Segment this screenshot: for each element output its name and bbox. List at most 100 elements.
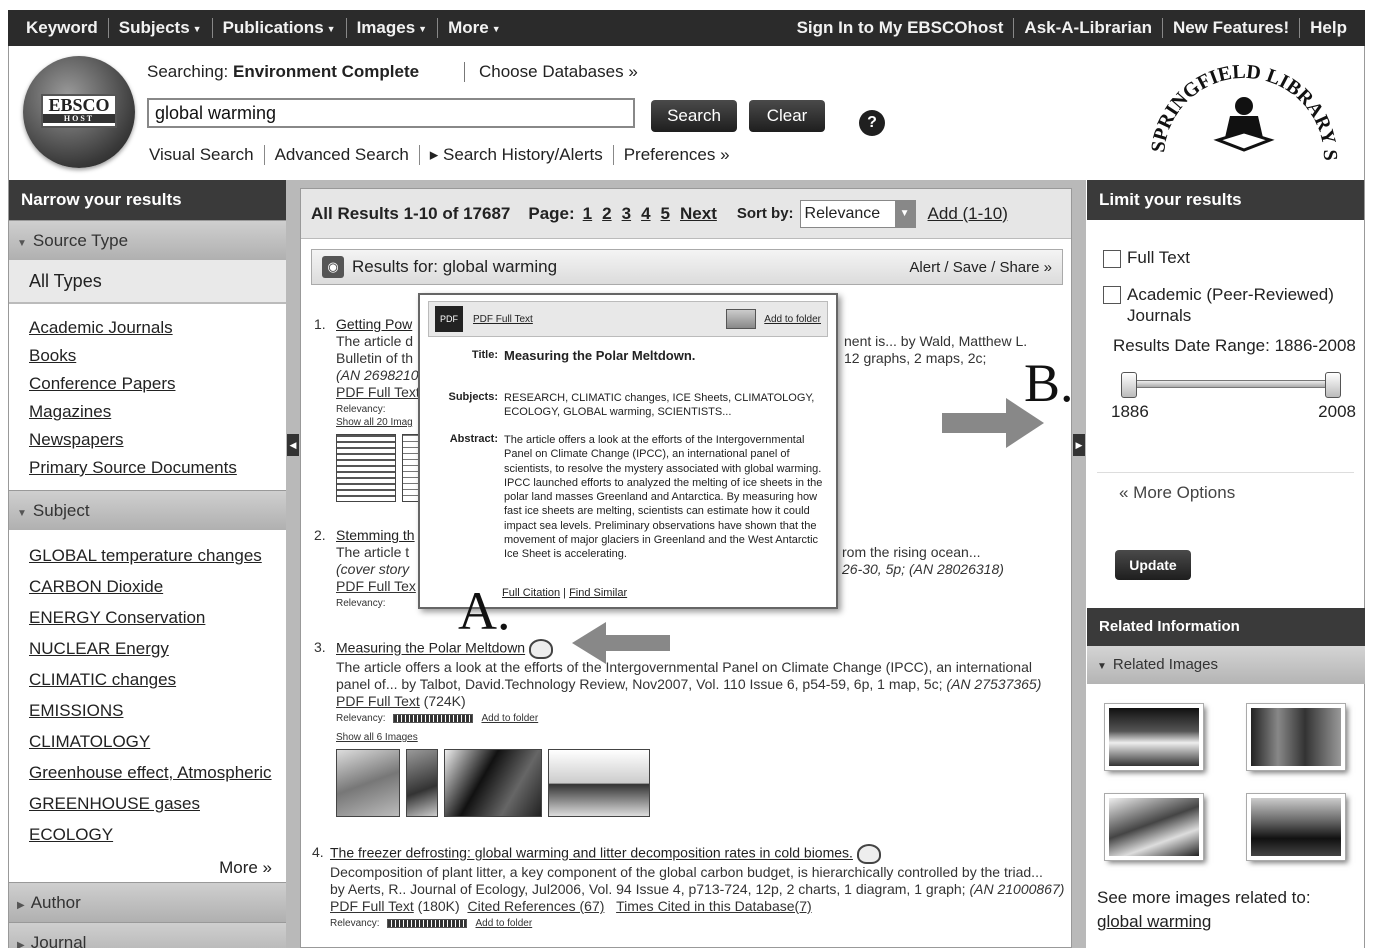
nav-more[interactable]: More ▼: [438, 18, 511, 38]
record-title-link[interactable]: Stemming th: [336, 527, 415, 543]
rss-icon[interactable]: ◉: [322, 256, 344, 278]
update-button[interactable]: Update: [1115, 550, 1191, 580]
preferences-link[interactable]: Preferences »: [614, 145, 740, 165]
author-heading[interactable]: ▶ Author: [9, 882, 286, 922]
slider-handle-max[interactable]: [1325, 372, 1341, 398]
subject-heading[interactable]: ▼ Subject: [9, 490, 286, 530]
source-type-heading[interactable]: ▼ Source Type: [9, 220, 286, 260]
nav-publications[interactable]: Publications ▼: [213, 18, 347, 38]
subject-item[interactable]: CLIMATIC changes: [29, 664, 266, 695]
subject-item[interactable]: ENERGY Conservation: [29, 602, 266, 633]
source-type-item[interactable]: Primary Source Documents: [29, 454, 266, 482]
page-link[interactable]: 5: [661, 204, 670, 224]
page-link[interactable]: 1: [583, 204, 592, 224]
pdf-icon[interactable]: PDF: [435, 306, 463, 332]
nav-images[interactable]: Images ▼: [347, 18, 439, 38]
add-to-folder-link[interactable]: Add to folder: [475, 918, 532, 929]
pdf-full-text-link[interactable]: PDF Full Text: [336, 693, 420, 709]
full-text-checkbox[interactable]: [1103, 250, 1121, 268]
times-cited-link[interactable]: Times Cited in this Database(7): [616, 898, 812, 914]
visual-search-link[interactable]: Visual Search: [149, 145, 265, 165]
choose-databases-link[interactable]: Choose Databases »: [464, 62, 638, 82]
record-thumbnail[interactable]: [406, 749, 438, 817]
subject-item[interactable]: GLOBAL temperature changes: [29, 540, 266, 571]
search-input[interactable]: [147, 98, 635, 128]
show-all-images-link[interactable]: Show all 6 Images: [336, 732, 1066, 743]
subject-item[interactable]: CLIMATOLOGY: [29, 726, 266, 757]
peer-reviewed-option[interactable]: Academic (Peer-Reviewed) Journals: [1087, 284, 1364, 326]
relevancy-label: Relevancy:: [336, 403, 386, 415]
search-history-link[interactable]: ▸ Search History/Alerts: [420, 145, 614, 165]
subject-item[interactable]: NUCLEAR Energy: [29, 633, 266, 664]
preview-magnifier-icon[interactable]: [856, 844, 881, 864]
page-link[interactable]: 2: [602, 204, 611, 224]
sort-select[interactable]: Relevance ▼: [799, 199, 916, 228]
record-thumbnail[interactable]: [336, 749, 400, 817]
record-title-link[interactable]: Getting Pow: [336, 316, 412, 332]
record-title-link[interactable]: Measuring the Polar Meltdown: [336, 640, 525, 656]
popup-add-folder-link[interactable]: Add to folder: [764, 314, 821, 325]
search-button[interactable]: Search: [651, 100, 737, 132]
full-text-option[interactable]: Full Text: [1087, 248, 1364, 268]
see-more-link[interactable]: global warming: [1097, 912, 1311, 932]
popup-title: Measuring the Polar Meltdown.: [504, 348, 696, 363]
source-type-item[interactable]: Newspapers: [29, 426, 266, 454]
record-thumbnail[interactable]: [444, 749, 542, 817]
source-type-item[interactable]: Magazines: [29, 398, 266, 426]
source-type-item[interactable]: Academic Journals: [29, 314, 266, 342]
more-subjects-link[interactable]: More »: [9, 858, 286, 882]
slider-handle-min[interactable]: [1121, 372, 1137, 398]
related-image-thumbnail[interactable]: [1104, 793, 1204, 861]
folder-icon[interactable]: [726, 309, 757, 329]
record-number: 3.: [314, 639, 326, 655]
relevancy-bar: [393, 713, 474, 723]
peer-reviewed-checkbox[interactable]: [1103, 286, 1121, 304]
collapse-left-icon[interactable]: ◀: [287, 434, 299, 456]
all-types-selected[interactable]: All Types: [9, 260, 286, 304]
pdf-full-text-link[interactable]: PDF Full Text: [330, 898, 414, 914]
ebscohost-logo[interactable]: EBSCO HOST: [23, 56, 135, 168]
nav-subjects[interactable]: Subjects ▼: [109, 18, 213, 38]
find-similar-link[interactable]: Find Similar: [569, 587, 627, 599]
related-image-thumbnail[interactable]: [1104, 703, 1204, 771]
record-thumbnail[interactable]: [336, 434, 396, 502]
alert-save-share-link[interactable]: Alert / Save / Share »: [909, 259, 1052, 276]
page-link[interactable]: 4: [641, 204, 650, 224]
cited-references-link[interactable]: Cited References (67): [467, 898, 604, 914]
more-options-link[interactable]: « More Options: [1097, 472, 1354, 503]
related-image-thumbnail[interactable]: [1246, 793, 1346, 861]
source-type-item[interactable]: Books: [29, 342, 266, 370]
date-range-slider[interactable]: [1121, 372, 1341, 398]
nav-sign-in[interactable]: Sign In to My EBSCOhost: [787, 18, 1015, 38]
advanced-search-link[interactable]: Advanced Search: [265, 145, 420, 165]
subject-item[interactable]: CARBON Dioxide: [29, 571, 266, 602]
results-for-bar: ◉ Results for: global warming Alert / Sa…: [311, 249, 1063, 285]
nav-ask-librarian[interactable]: Ask-A-Librarian: [1014, 18, 1163, 38]
clear-button[interactable]: Clear: [749, 100, 825, 132]
popup-pdf-link[interactable]: PDF Full Text: [473, 314, 533, 325]
subject-item[interactable]: ECOLOGY: [29, 819, 266, 850]
help-icon[interactable]: ?: [859, 110, 885, 136]
subject-item[interactable]: Greenhouse effect, Atmospheric: [29, 757, 272, 788]
collapse-right-icon[interactable]: ▶: [1073, 434, 1085, 456]
nav-keyword[interactable]: Keyword: [16, 18, 109, 38]
record-thumbnail[interactable]: [548, 749, 650, 817]
nav-help[interactable]: Help: [1300, 18, 1357, 38]
journal-heading[interactable]: ▶ Journal: [9, 922, 286, 948]
preview-magnifier-icon[interactable]: [529, 639, 554, 659]
related-image-thumbnail[interactable]: [1246, 703, 1346, 771]
nav-new-features[interactable]: New Features!: [1163, 18, 1301, 38]
record-source-end: 12 graphs, 2 maps, 2c;: [844, 350, 987, 366]
popup-title-row: Title: Measuring the Polar Meltdown.: [434, 348, 824, 363]
full-citation-link[interactable]: Full Citation: [502, 587, 560, 599]
page-link[interactable]: 3: [622, 204, 631, 224]
subject-item[interactable]: EMISSIONS: [29, 695, 266, 726]
record-title-link[interactable]: The freezer defrosting: global warming a…: [330, 845, 853, 861]
subject-item[interactable]: GREENHOUSE gases: [29, 788, 266, 819]
source-type-item[interactable]: Conference Papers: [29, 370, 266, 398]
next-page-link[interactable]: Next: [680, 204, 717, 224]
nav-more-label: More: [448, 18, 489, 37]
add-all-link[interactable]: Add (1-10): [928, 204, 1008, 224]
add-to-folder-link[interactable]: Add to folder: [481, 713, 538, 724]
related-images-heading[interactable]: ▼ Related Images: [1087, 646, 1365, 684]
